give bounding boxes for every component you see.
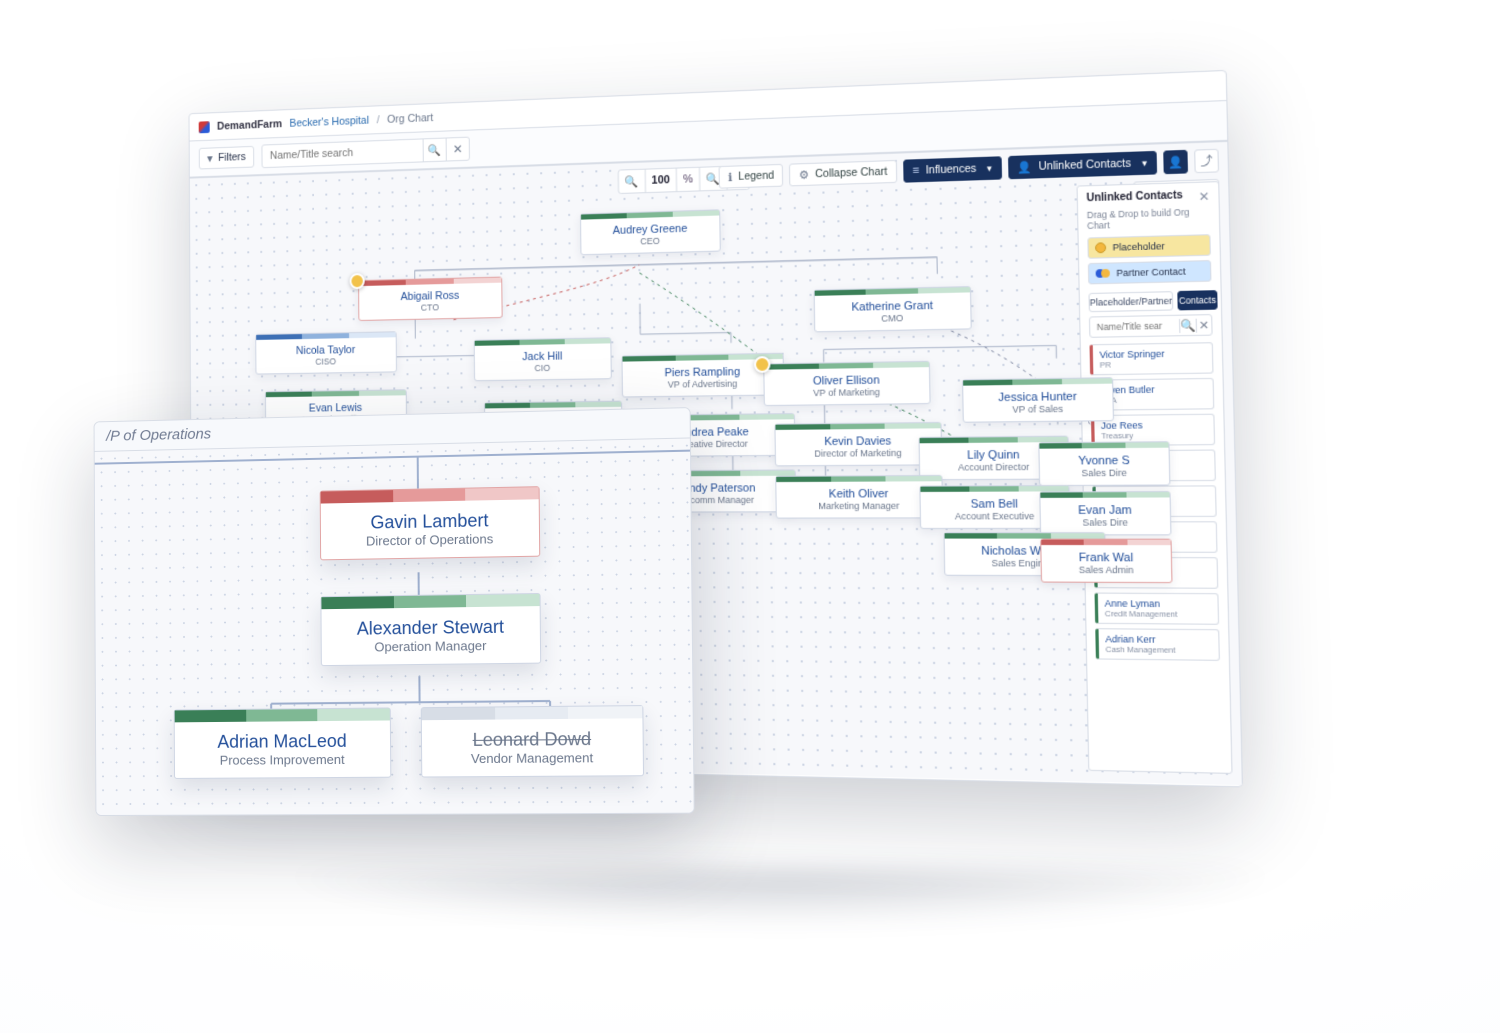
node-evan2[interactable]: Evan Jam Sales Dire	[1039, 491, 1171, 535]
node-name: Yvonne S	[1039, 448, 1168, 468]
node-role: Operation Manager	[322, 637, 540, 665]
node-name: Alexander Stewart	[321, 606, 539, 640]
node-role: VP of Advertising	[623, 378, 783, 397]
node-gavin[interactable]: Gavin Lambert Director of Operations	[320, 486, 541, 560]
crumb-account[interactable]: Becker's Hospital	[289, 114, 369, 129]
crumb-current: Org Chart	[387, 112, 433, 126]
search-field[interactable]	[262, 144, 422, 162]
node-sadmin[interactable]: Frank Wal Sales Admin	[1040, 539, 1172, 584]
node-vpsales[interactable]: Jessica Hunter VP of Sales	[962, 377, 1114, 423]
node-ceo[interactable]: Audrey Greene CEO	[580, 209, 721, 255]
node-mktmgr[interactable]: Keith Oliver Marketing Manager	[775, 475, 943, 519]
node-name: Keith Oliver	[776, 481, 942, 501]
node-role: Vendor Management	[422, 750, 643, 777]
node-name: Jack Hill	[475, 343, 611, 364]
node-ciso[interactable]: Nicola Taylor CISO	[255, 331, 397, 374]
node-role: VP of Marketing	[765, 386, 930, 405]
node-cto[interactable]: Abigail Ross CTO	[358, 277, 503, 321]
filters-label: Filters	[218, 151, 246, 164]
node-name: Oliver Ellison	[764, 367, 929, 388]
node-leonard[interactable]: Leonard Dowd Vendor Management	[421, 705, 644, 777]
inset-card: /P of Operations Gavin Lambert Director …	[94, 407, 695, 816]
node-role: VP of Sales	[964, 403, 1113, 422]
search-input[interactable]: ✕	[261, 137, 469, 169]
app-name: DemandFarm	[217, 118, 282, 132]
node-cmo[interactable]: Katherine Grant CMO	[814, 286, 972, 332]
node-name: Jessica Hunter	[963, 384, 1112, 405]
app-icon	[199, 121, 210, 133]
crumb-sep: /	[377, 114, 380, 126]
node-alex[interactable]: Alexander Stewart Operation Manager	[320, 593, 541, 666]
node-cio[interactable]: Jack Hill CIO	[474, 337, 612, 381]
node-salesdir[interactable]: Yvonne S Sales Dire	[1038, 441, 1170, 486]
node-name: Evan Jam	[1040, 497, 1170, 517]
search-icon[interactable]	[423, 138, 446, 163]
node-role: CTO	[359, 301, 501, 320]
node-name: Leonard Dowd	[422, 718, 643, 751]
clear-icon[interactable]: ✕	[446, 137, 469, 162]
node-name: Frank Wal	[1041, 545, 1171, 565]
node-name: Kevin Davies	[776, 428, 941, 448]
inset-board[interactable]: Gavin Lambert Director of Operations Ale…	[95, 438, 694, 815]
node-name: Adrian MacLeod	[175, 720, 390, 753]
node-mktdir[interactable]: Kevin Davies Director of Marketing	[774, 422, 942, 466]
node-role: CMO	[815, 311, 971, 331]
node-role: Director of Marketing	[776, 447, 941, 465]
node-role: Process Improvement	[175, 752, 390, 778]
floor-shadow	[180, 870, 1380, 950]
node-role: Sales Admin	[1042, 564, 1172, 582]
node-role: CEO	[581, 234, 719, 254]
node-role: CIO	[475, 362, 611, 380]
node-name: Gavin Lambert	[321, 499, 539, 534]
node-name: Evan Lewis	[266, 395, 406, 415]
node-role: Marketing Manager	[777, 500, 943, 517]
node-vpmkt[interactable]: Oliver Ellison VP of Marketing	[763, 361, 930, 406]
node-adrian[interactable]: Adrian MacLeod Process Improvement	[174, 707, 392, 779]
node-role: Sales Dire	[1040, 467, 1169, 485]
filters-button[interactable]: ▾Filters	[199, 146, 254, 170]
node-role: CISO	[256, 355, 396, 373]
node-role: Director of Operations	[321, 530, 539, 559]
